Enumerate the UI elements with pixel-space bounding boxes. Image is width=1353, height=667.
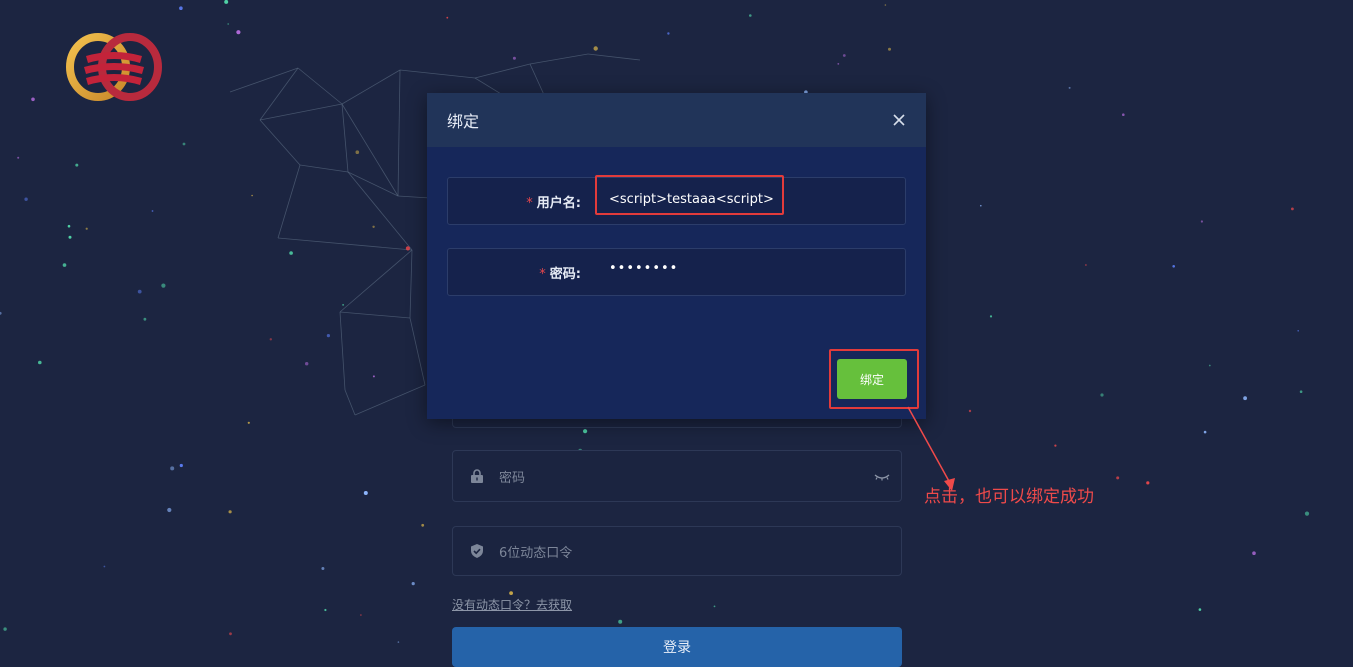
password-row[interactable]: * 密码: ••••••••	[447, 248, 906, 296]
otp-field[interactable]: 6位动态口令	[452, 526, 902, 576]
get-otp-link[interactable]: 没有动态口令？去获取	[452, 596, 572, 613]
otp-placeholder: 6位动态口令	[499, 545, 573, 561]
password-placeholder: 密码	[499, 470, 526, 486]
password-label-text: 密码:	[549, 267, 581, 282]
bind-button[interactable]: 绑定	[837, 359, 907, 399]
username-label: * 用户名:	[448, 192, 581, 211]
modal-title: 绑定	[447, 112, 480, 131]
modal-header: 绑定	[427, 93, 926, 147]
brand-logo	[66, 33, 162, 101]
annotation-text: 点击，也可以绑定成功	[924, 487, 1094, 507]
lock-icon	[471, 469, 483, 483]
bind-modal: 绑定 * 用户名: <script>testaaa<script> * 密码: ••…	[427, 93, 926, 419]
username-highlight-box	[595, 175, 784, 215]
password-label: * 密码:	[448, 263, 581, 282]
required-mark: *	[526, 196, 533, 211]
required-mark: *	[539, 267, 546, 282]
username-label-text: 用户名:	[536, 196, 581, 211]
eye-closed-icon[interactable]	[873, 467, 891, 485]
login-button[interactable]: 登录	[452, 627, 902, 667]
close-icon[interactable]	[890, 111, 908, 129]
password-value[interactable]: ••••••••	[609, 261, 678, 276]
password-field[interactable]: 密码	[452, 450, 902, 502]
shield-check-icon	[471, 544, 483, 558]
